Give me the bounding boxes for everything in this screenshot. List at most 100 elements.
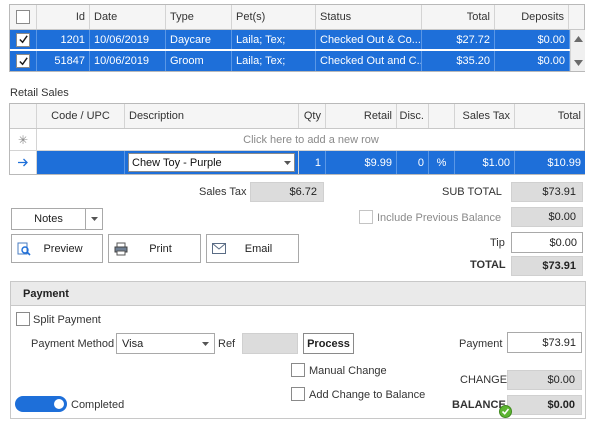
col-deposits-header[interactable]: Deposits <box>495 5 569 29</box>
payment-method-select[interactable]: Visa <box>116 333 215 354</box>
scroll-down-icon[interactable] <box>574 60 583 66</box>
orders-grid: Id Date Type Pet(s) Status Total Deposit… <box>9 4 585 72</box>
col-retail-header[interactable]: Retail <box>326 104 397 128</box>
table-row[interactable]: 1201 10/06/2019 Daycare Laila; Tex; Chec… <box>10 30 570 50</box>
completed-toggle[interactable] <box>15 396 67 412</box>
check-icon <box>18 35 28 44</box>
new-row-indicator: ✳ <box>10 129 37 150</box>
include-prev-balance-label: Include Previous Balance <box>377 212 502 224</box>
row-pets: Laila; Tex; <box>232 30 316 49</box>
row-qty[interactable]: 1 <box>299 151 326 174</box>
add-row-hint[interactable]: Click here to add a new row <box>37 129 585 150</box>
payment-amount-input[interactable]: $73.91 <box>507 332 582 353</box>
process-button[interactable]: Process <box>303 333 354 354</box>
subtotal-label: SUB TOTAL <box>442 186 502 198</box>
row-total: $35.20 <box>422 51 495 71</box>
retail-header-row: Code / UPC Description Qty Retail Disc. … <box>10 104 584 129</box>
row-id: 1201 <box>37 30 90 49</box>
notes-dropdown-button[interactable] <box>85 208 103 230</box>
row-checkbox[interactable] <box>16 54 30 68</box>
row-checkbox[interactable] <box>16 32 30 47</box>
orders-header-row: Id Date Type Pet(s) Status Total Deposit… <box>10 5 584 30</box>
row-description-cell[interactable]: Chew Toy - Purple <box>125 151 299 174</box>
print-button[interactable]: Print <box>108 234 201 263</box>
balance-value: $0.00 <box>507 395 582 415</box>
add-change-to-balance-label: Add Change to Balance <box>309 389 426 401</box>
row-status: Checked Out & Co... <box>316 30 422 49</box>
payment-label: Payment <box>459 338 503 350</box>
ref-input[interactable] <box>242 333 298 354</box>
col-total-header[interactable]: Total <box>422 5 495 29</box>
description-dropdown[interactable]: Chew Toy - Purple <box>128 153 295 172</box>
split-payment-label: Split Payment <box>33 314 101 326</box>
col-disc-header[interactable]: Disc. <box>397 104 429 128</box>
row-indicator <box>10 151 37 174</box>
add-change-to-balance-checkbox[interactable] <box>291 387 305 401</box>
col-qty-header[interactable]: Qty <box>299 104 326 128</box>
table-row[interactable]: 51847 10/06/2019 Groom Laila; Tex; Check… <box>10 51 570 71</box>
magnifier-icon <box>17 242 31 256</box>
row-deposits: $0.00 <box>495 30 570 49</box>
row-checkbox-cell[interactable] <box>10 51 37 71</box>
email-button[interactable]: Email <box>206 234 299 263</box>
split-payment-checkbox[interactable] <box>16 312 30 326</box>
change-label: CHANGE <box>460 374 508 386</box>
sales-tax-label: Sales Tax <box>199 186 247 198</box>
sales-tax-value: $6.72 <box>250 182 324 202</box>
chevron-down-icon[interactable] <box>284 160 291 165</box>
col-type-header[interactable]: Type <box>166 5 232 29</box>
arrow-right-icon <box>17 158 28 167</box>
preview-button[interactable]: Preview <box>11 234 103 263</box>
include-prev-balance-checkbox[interactable] <box>359 210 373 224</box>
manual-change-checkbox[interactable] <box>291 363 305 377</box>
row-date: 10/06/2019 <box>90 30 166 49</box>
row-id: 51847 <box>37 51 90 71</box>
scroll-up-icon[interactable] <box>574 36 583 42</box>
manual-change-label: Manual Change <box>309 365 387 377</box>
row-total: $10.99 <box>515 151 585 174</box>
orders-scrollbar[interactable] <box>570 30 585 71</box>
envelope-icon <box>212 243 226 254</box>
new-row[interactable]: ✳ Click here to add a new row <box>10 129 584 151</box>
select-all-cell[interactable] <box>10 5 37 29</box>
chevron-down-icon <box>90 217 98 221</box>
row-code[interactable] <box>37 151 125 174</box>
chevron-down-icon <box>202 341 209 346</box>
payment-method-label: Payment Method <box>31 338 115 350</box>
row-disc[interactable]: 0 <box>397 151 429 174</box>
payment-method-value: Visa <box>122 337 144 350</box>
col-total-header[interactable]: Total <box>515 104 585 128</box>
table-row[interactable]: Chew Toy - Purple 1 $9.99 0 % $1.00 $10.… <box>10 151 585 174</box>
row-checkbox-cell[interactable] <box>10 30 37 49</box>
col-sales-tax-header[interactable]: Sales Tax <box>455 104 515 128</box>
col-status-header[interactable]: Status <box>316 5 422 29</box>
payment-header: Payment <box>11 282 585 306</box>
row-type: Daycare <box>166 30 232 49</box>
retail-sales-label: Retail Sales <box>10 87 69 99</box>
check-badge-icon <box>499 405 512 418</box>
description-value: Chew Toy - Purple <box>132 156 222 169</box>
row-indicator-header <box>10 104 37 128</box>
col-code-header[interactable]: Code / UPC <box>37 104 125 128</box>
select-all-checkbox[interactable] <box>16 10 30 24</box>
col-date-header[interactable]: Date <box>90 5 166 29</box>
col-id-header[interactable]: Id <box>37 5 90 29</box>
balance-label: BALANCE <box>452 399 506 411</box>
check-icon <box>18 56 28 65</box>
tip-label: Tip <box>490 237 505 249</box>
printer-icon <box>114 242 128 256</box>
payment-amount-value: $73.91 <box>542 336 576 349</box>
col-pets-header[interactable]: Pet(s) <box>232 5 316 29</box>
row-pets: Laila; Tex; <box>232 51 316 71</box>
include-prev-balance-value: $0.00 <box>511 207 583 227</box>
change-value: $0.00 <box>507 370 582 390</box>
tip-input[interactable]: $0.00 <box>511 232 583 253</box>
total-label: TOTAL <box>470 259 506 271</box>
row-total: $27.72 <box>422 30 495 49</box>
row-status: Checked Out and C... <box>316 51 422 71</box>
row-retail[interactable]: $9.99 <box>326 151 397 174</box>
row-disc-unit[interactable]: % <box>429 151 455 174</box>
ref-label: Ref <box>218 338 236 350</box>
col-description-header[interactable]: Description <box>125 104 299 128</box>
notes-button[interactable]: Notes <box>11 208 86 230</box>
